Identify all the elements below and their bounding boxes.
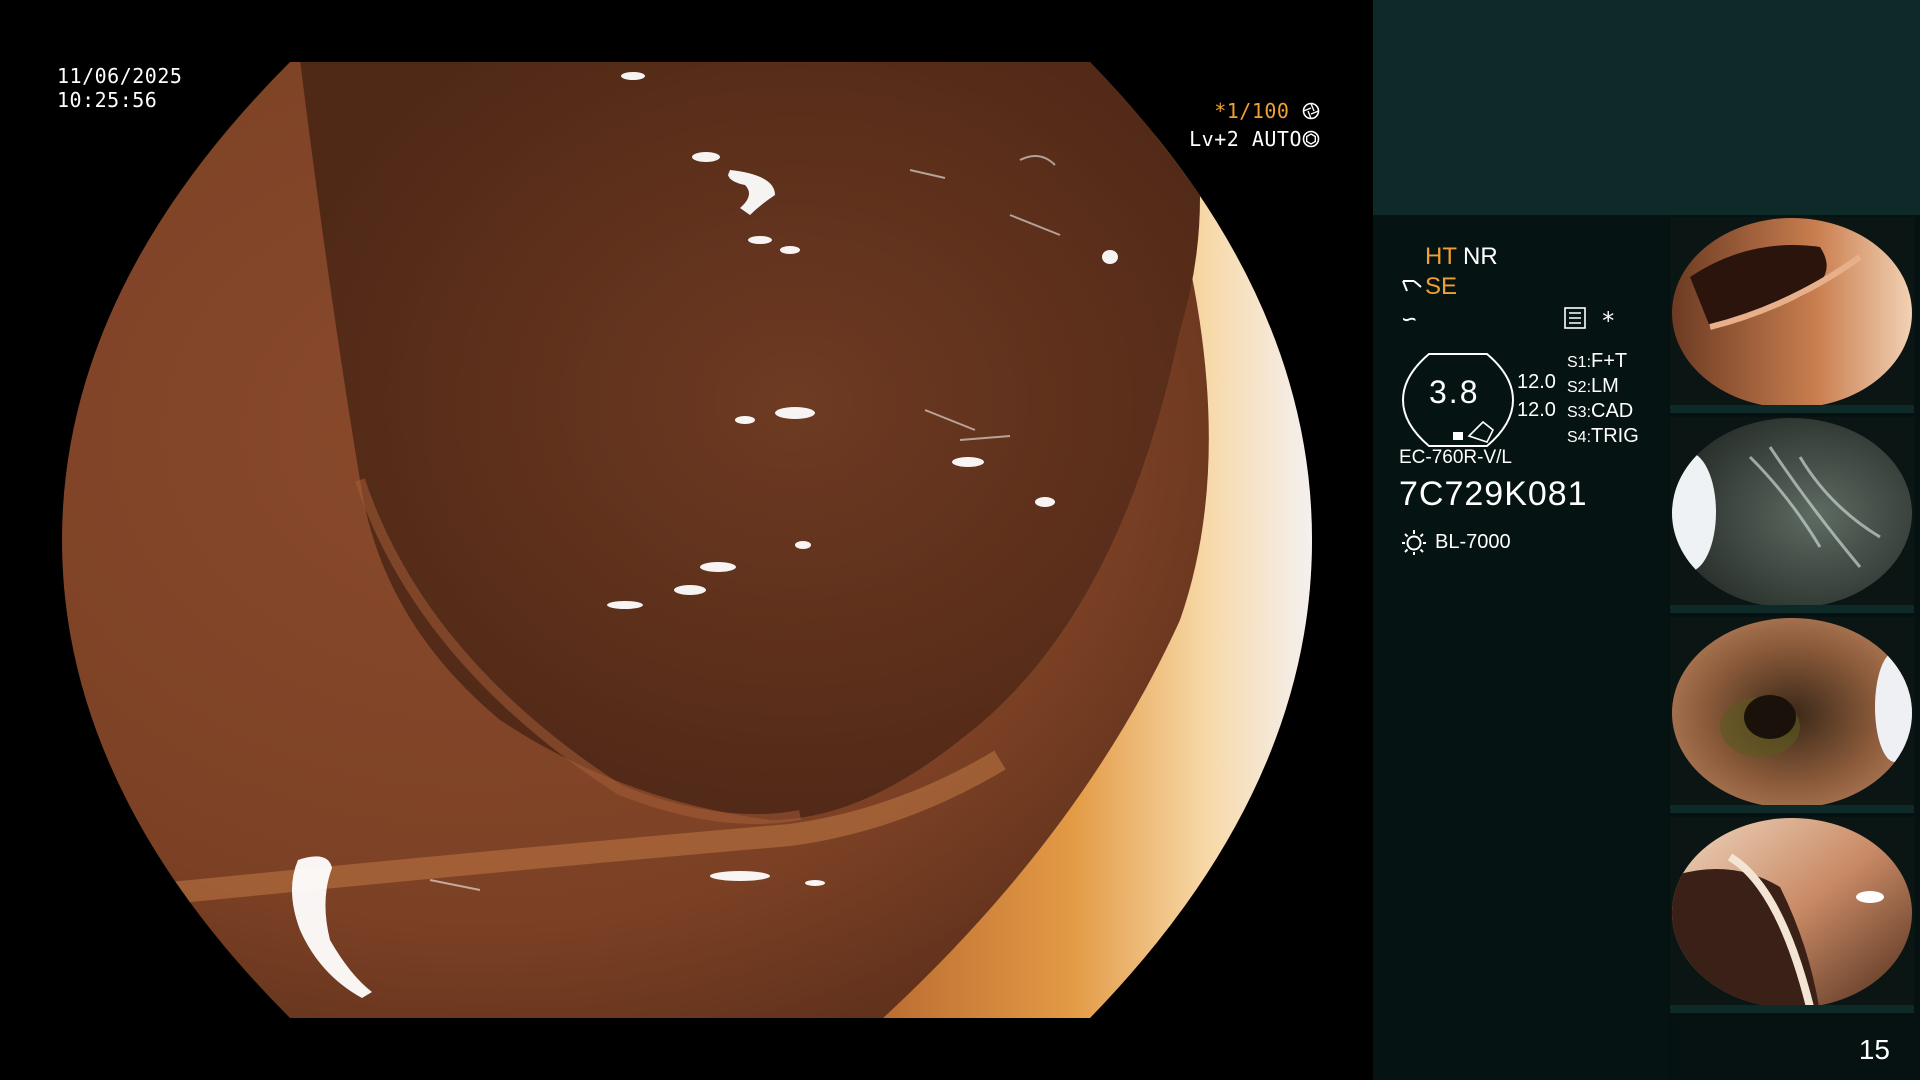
- thumbnail-2[interactable]: [1670, 417, 1914, 613]
- wand-icon: [1402, 280, 1422, 292]
- thumbnail-band: [1670, 605, 1914, 613]
- switch-value: TRIG: [1591, 425, 1639, 447]
- switch-s4: S4:TRIG: [1567, 425, 1639, 448]
- thumbnail-4[interactable]: [1670, 817, 1914, 1013]
- brightness-level: Lv+2: [1189, 127, 1240, 151]
- endoscope-view: 11/06/2025 10:25:56 *1/100 Lv+2 AUTO: [0, 0, 1372, 1080]
- star-indicator: *: [1601, 307, 1616, 335]
- scope-model: EC-760R-V/L: [1399, 447, 1512, 468]
- shutter-speed: *1/100: [1214, 99, 1290, 123]
- light-source: BL-7000: [1435, 531, 1511, 553]
- gauge-value: 3.8: [1429, 374, 1480, 410]
- brightness-readout: Lv+2 AUTO: [1189, 127, 1320, 151]
- switch-key: S1:: [1567, 354, 1592, 371]
- switch-s1: S1:F+T: [1567, 350, 1627, 373]
- iris-icon: [1302, 130, 1320, 148]
- shutter-readout: *1/100: [1214, 99, 1320, 123]
- se-indicator: SE: [1425, 273, 1458, 300]
- switch-value: LM: [1591, 375, 1619, 397]
- switch-s3: S3:CAD: [1567, 400, 1633, 423]
- thumbnail-image: [1672, 418, 1912, 608]
- switch-key: S2:: [1567, 379, 1592, 396]
- date-text: 11/06/2025: [57, 64, 183, 88]
- nr-indicator: NR: [1463, 243, 1498, 270]
- datetime: 11/06/2025 10:25:56: [57, 64, 182, 112]
- thumbnail-band: [1670, 405, 1914, 413]
- switch-s2: S2:LM: [1567, 375, 1619, 398]
- page-number: 15: [1858, 1034, 1890, 1065]
- switch-value: F+T: [1591, 350, 1628, 372]
- sun-icon: [1402, 530, 1426, 555]
- gauge-secondary-2: 12.0: [1517, 399, 1556, 421]
- thumbnail-band: [1670, 805, 1914, 813]
- settings-panel: HT NR SE ∽ * 3.8 12.0 12.0 S1:F+T S2:LM …: [1373, 215, 1668, 1080]
- scope-serial: 7C729K081: [1399, 475, 1588, 513]
- switch-key: S4:: [1567, 429, 1592, 446]
- thumbnail-image: [1672, 218, 1912, 408]
- gauge-secondary-1: 12.0: [1517, 371, 1556, 393]
- thumbnail-band: [1670, 1005, 1914, 1013]
- thumbnail-3[interactable]: [1670, 617, 1914, 813]
- thumbnail-1[interactable]: [1670, 217, 1914, 413]
- time-text: 10:25:56: [57, 88, 158, 112]
- aperture-icon: [1302, 102, 1320, 120]
- iris-mode: AUTO: [1251, 127, 1302, 151]
- thumbnail-image: [1672, 818, 1912, 1008]
- menu-list-icon: [1564, 307, 1586, 329]
- f-curve-icon: ∽: [1402, 305, 1417, 333]
- switch-key: S3:: [1567, 404, 1592, 421]
- thumbnail-image: [1672, 618, 1912, 808]
- ht-indicator: HT: [1425, 243, 1457, 270]
- info-panel: HT NR SE ∽ * 3.8 12.0 12.0 S1:F+T S2:LM …: [1373, 0, 1920, 1080]
- switch-value: CAD: [1591, 400, 1634, 422]
- endoscope-image: [62, 62, 1312, 1018]
- panel-header: [1373, 0, 1920, 215]
